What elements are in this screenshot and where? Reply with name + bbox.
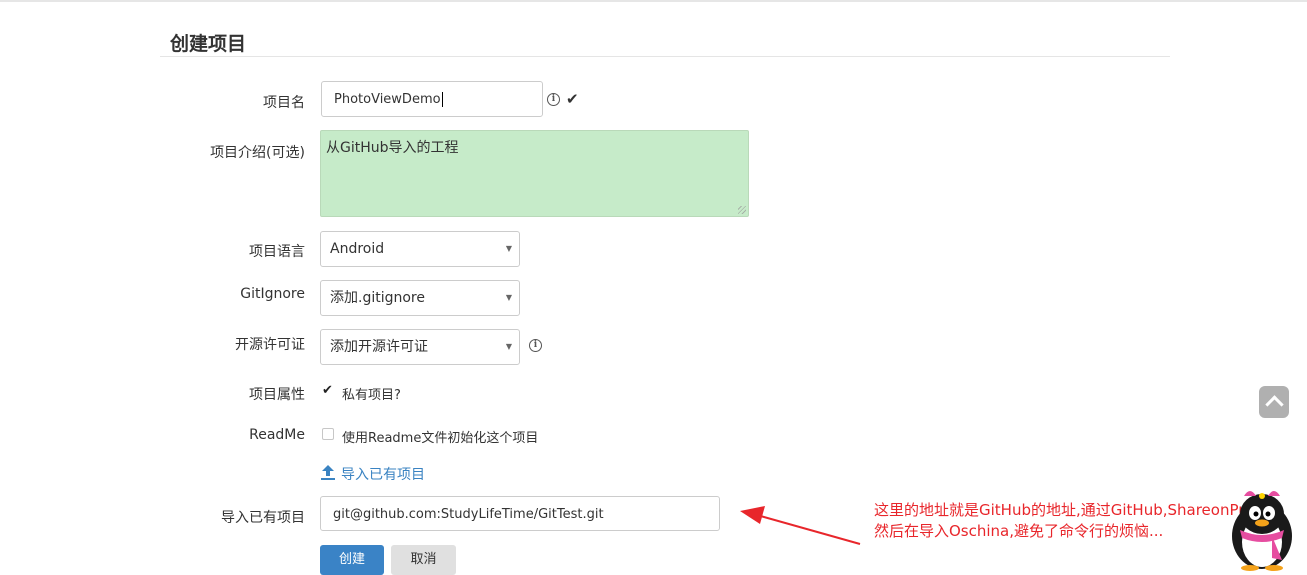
annotation-line-2: 然后在导入Oschina,避免了命令行的烦恼... xyxy=(874,522,1164,540)
license-value: 添加开源许可证 xyxy=(330,339,428,355)
import-project-link-text: 导入已有项目 xyxy=(341,467,425,483)
license-label: 开源许可证 xyxy=(235,337,305,353)
import-url-label: 导入已有项目 xyxy=(221,510,305,526)
dropdown-arrow-icon: ▼ xyxy=(505,244,512,253)
text-caret xyxy=(441,92,443,107)
info-circle-icon[interactable]: i xyxy=(529,339,542,352)
gitignore-label: GitIgnore xyxy=(240,286,305,302)
import-url-input[interactable]: git@github.com:StudyLifeTime/GitTest.git xyxy=(320,496,720,531)
project-name-value: PhotoViewDemo xyxy=(334,92,441,107)
project-description-value: 从GitHub导入的工程 xyxy=(326,140,459,156)
project-description-textarea[interactable]: 从GitHub导入的工程 xyxy=(320,130,749,217)
readme-text: 使用Readme文件初始化这个项目 xyxy=(342,431,539,446)
annotation-line-1: 这里的地址就是GitHub的地址,通过GitHub,ShareonProject xyxy=(874,501,1281,519)
import-url-value: git@github.com:StudyLifeTime/GitTest.git xyxy=(333,507,604,522)
annotation-arrow-icon xyxy=(740,506,861,545)
project-description-label: 项目介绍(可选) xyxy=(210,145,305,161)
checkmark-icon: ✔ xyxy=(566,90,579,108)
resize-handle[interactable] xyxy=(738,206,746,214)
gitignore-select[interactable]: 添加.gitignore ▼ xyxy=(320,280,520,316)
dropdown-arrow-icon: ▼ xyxy=(505,342,512,351)
dropdown-arrow-icon: ▼ xyxy=(505,293,512,302)
import-project-link[interactable]: 导入已有项目 xyxy=(321,464,425,484)
project-attribute-label: 项目属性 xyxy=(249,387,305,403)
qq-penguin-icon xyxy=(1232,491,1292,571)
chevron-up-icon xyxy=(1265,395,1284,414)
gitignore-value: 添加.gitignore xyxy=(330,290,425,306)
readme-checkbox[interactable] xyxy=(322,428,334,440)
annotation-text: 这里的地址就是GitHub的地址,通过GitHub,ShareonProject… xyxy=(874,500,1281,542)
project-name-label: 项目名 xyxy=(263,95,305,111)
top-border xyxy=(0,0,1307,2)
page-title: 创建项目 xyxy=(170,33,247,55)
project-name-input[interactable]: PhotoViewDemo xyxy=(321,81,543,117)
readme-label: ReadMe xyxy=(249,427,305,443)
private-project-checkbox[interactable] xyxy=(322,383,334,398)
upload-icon xyxy=(321,465,335,481)
license-select[interactable]: 添加开源许可证 ▼ xyxy=(320,329,520,365)
info-circle-icon[interactable]: i xyxy=(547,93,560,106)
title-divider xyxy=(160,56,1170,57)
project-language-label: 项目语言 xyxy=(249,244,305,260)
project-language-value: Android xyxy=(330,241,385,257)
scroll-to-top-button[interactable] xyxy=(1259,386,1289,418)
private-project-text: 私有项目? xyxy=(342,388,401,403)
project-language-select[interactable]: Android ▼ xyxy=(320,231,520,267)
